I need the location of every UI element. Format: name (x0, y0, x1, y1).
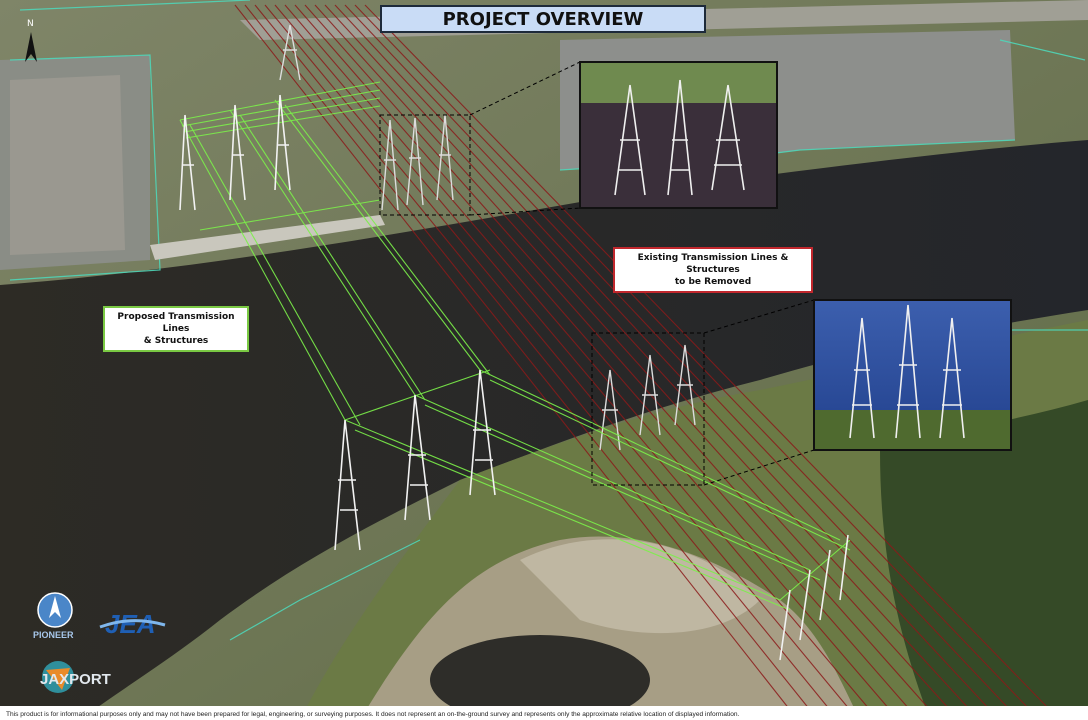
callout-proposed-line2: & Structures (143, 336, 209, 346)
jaxport-logo-text: JAXPORT (40, 671, 111, 688)
callout-proposed-line1: Proposed Transmission Lines (117, 312, 235, 334)
project-overview-map: N PIONEER JEA JAXPORT (0, 0, 1088, 720)
page-title: PROJECT OVERVIEW (380, 5, 706, 33)
disclaimer-text: This product is for informational purpos… (6, 711, 740, 718)
callout-existing-lines: Existing Transmission Lines & Structures… (613, 247, 813, 293)
callout-existing-line1: Existing Transmission Lines & Structures (637, 253, 789, 275)
callout-existing-line2: to be Removed (674, 277, 752, 287)
inset-photo-proposed-towers (813, 299, 1012, 451)
inset-photo-existing-towers (579, 61, 778, 209)
jea-logo: JEA (99, 609, 166, 639)
north-arrow-label: N (27, 19, 34, 29)
terminal-yard (10, 75, 125, 255)
pioneer-logo-text: PIONEER (33, 630, 74, 640)
callout-proposed-lines: Proposed Transmission Lines & Structures (103, 306, 249, 352)
